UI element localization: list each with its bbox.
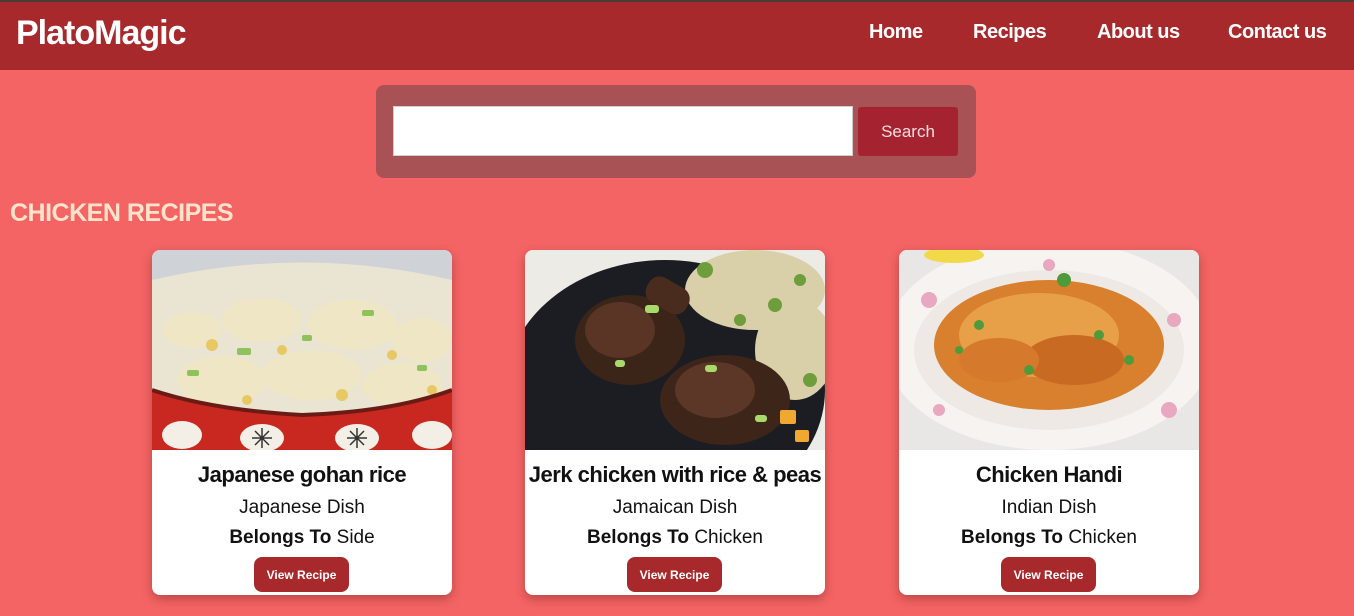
recipe-category: Belongs To Chicken — [899, 527, 1199, 549]
recipe-cuisine: Jamaican Dish — [612, 497, 738, 518]
view-recipe-button[interactable]: View Recipe — [627, 557, 722, 592]
recipe-category: Belongs To Side — [152, 527, 452, 549]
nav-link-home[interactable]: Home — [869, 21, 923, 44]
brand-logo[interactable]: PlatoMagic — [16, 14, 186, 53]
recipe-cuisine: Japanese Dish — [239, 497, 365, 518]
belongs-to-label: Belongs To — [587, 527, 690, 548]
category-value: Chicken — [694, 527, 763, 548]
search-input[interactable] — [393, 106, 853, 156]
recipe-title: Chicken Handi — [975, 462, 1123, 487]
recipe-cuisine: Indian Dish — [1001, 497, 1097, 518]
view-recipe-button[interactable]: View Recipe — [254, 557, 349, 592]
belongs-to-label: Belongs To — [961, 527, 1064, 548]
category-value: Chicken — [1068, 527, 1137, 548]
nav-link-recipes[interactable]: Recipes — [973, 21, 1047, 44]
jerk-chicken-plate-image — [525, 250, 825, 450]
belongs-to-label: Belongs To — [229, 527, 332, 548]
recipe-card: Jerk chicken with rice & peas Jamaican D… — [525, 250, 825, 595]
section-title: CHICKEN RECIPES — [10, 199, 234, 227]
recipe-title: Japanese gohan rice — [197, 462, 407, 487]
search-button[interactable]: Search — [858, 107, 958, 156]
top-navbar: PlatoMagic Home Recipes About us Contact… — [0, 0, 1354, 70]
nav-link-about-us[interactable]: About us — [1097, 21, 1180, 44]
nav-link-contact-us[interactable]: Contact us — [1228, 21, 1327, 44]
recipe-category: Belongs To Chicken — [525, 527, 825, 549]
recipe-card: Chicken Handi Indian Dish Belongs To Chi… — [899, 250, 1199, 595]
category-value: Side — [336, 527, 375, 548]
fried-rice-bowl-image — [152, 250, 452, 450]
recipe-title: Jerk chicken with rice & peas — [528, 462, 822, 487]
search-panel: Search — [376, 85, 976, 178]
view-recipe-button[interactable]: View Recipe — [1001, 557, 1096, 592]
recipe-card: Japanese gohan rice Japanese Dish Belong… — [152, 250, 452, 595]
chicken-handi-plate-image — [899, 250, 1199, 450]
